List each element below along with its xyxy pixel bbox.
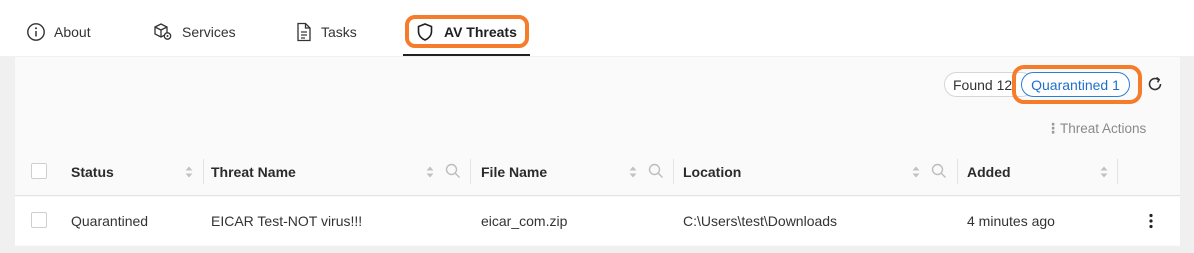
threat-actions-label: Threat Actions (1060, 120, 1147, 136)
cell-threat-name: EICAR Test-NOT virus!!! (211, 213, 363, 229)
column-header-location[interactable]: Location (683, 147, 741, 196)
threat-actions-menu[interactable]: ⋮ Threat Actions (1046, 119, 1146, 137)
column-header-added[interactable]: Added (967, 147, 1011, 196)
column-separator[interactable] (1117, 159, 1118, 184)
found-count-label: Found 12 (953, 76, 1013, 93)
column-separator[interactable] (957, 159, 958, 184)
sort-added-icon[interactable] (1100, 165, 1108, 178)
table-header: Status Threat Name File Name Location Ad… (15, 147, 1180, 196)
tab-tasks-label: Tasks (321, 24, 357, 40)
active-tab-indicator (403, 54, 530, 56)
tab-services-label: Services (182, 24, 236, 40)
document-icon (295, 22, 313, 42)
search-file-name-icon[interactable] (648, 163, 664, 179)
quarantined-count-label: Quarantined 1 (1031, 76, 1120, 93)
refresh-icon[interactable] (1146, 75, 1164, 93)
search-threat-name-icon[interactable] (445, 163, 461, 179)
tab-bar: About Services Tasks AV Threats (0, 0, 1194, 56)
column-header-file-name[interactable]: File Name (481, 147, 547, 196)
column-separator[interactable] (203, 159, 204, 184)
cell-file-name: eicar_com.zip (481, 213, 568, 229)
column-header-threat-name[interactable]: Threat Name (211, 147, 296, 196)
tab-tasks[interactable]: Tasks (295, 14, 357, 50)
column-header-status[interactable]: Status (71, 147, 114, 196)
shield-icon (417, 22, 433, 41)
more-vertical-icon: ⋮ (1046, 119, 1060, 136)
services-cube-gear-icon (152, 22, 174, 42)
cell-location: C:\Users\test\Downloads (683, 213, 838, 229)
select-all-checkbox[interactable] (31, 163, 47, 179)
column-separator[interactable] (470, 159, 471, 184)
search-location-icon[interactable] (931, 163, 947, 179)
tab-about-label: About (54, 24, 91, 40)
table-row[interactable]: Quarantined EICAR Test-NOT virus!!! eica… (15, 197, 1180, 245)
row-more-icon[interactable] (1143, 211, 1159, 231)
row-checkbox[interactable] (31, 212, 47, 228)
sort-location-icon[interactable] (912, 165, 920, 178)
tab-av-threats[interactable]: AV Threats (405, 15, 529, 48)
sort-threat-name-icon[interactable] (426, 165, 434, 178)
tab-about[interactable]: About (26, 14, 91, 50)
tab-av-threats-label: AV Threats (444, 23, 517, 40)
cell-status: Quarantined (71, 213, 149, 229)
quarantined-filter-pill[interactable]: Quarantined 1 (1021, 72, 1130, 97)
sort-status-icon[interactable] (185, 165, 193, 178)
info-icon (26, 22, 46, 42)
tab-services[interactable]: Services (152, 14, 236, 50)
column-separator[interactable] (673, 159, 674, 184)
cell-added: 4 minutes ago (967, 213, 1055, 229)
sort-file-name-icon[interactable] (629, 165, 637, 178)
